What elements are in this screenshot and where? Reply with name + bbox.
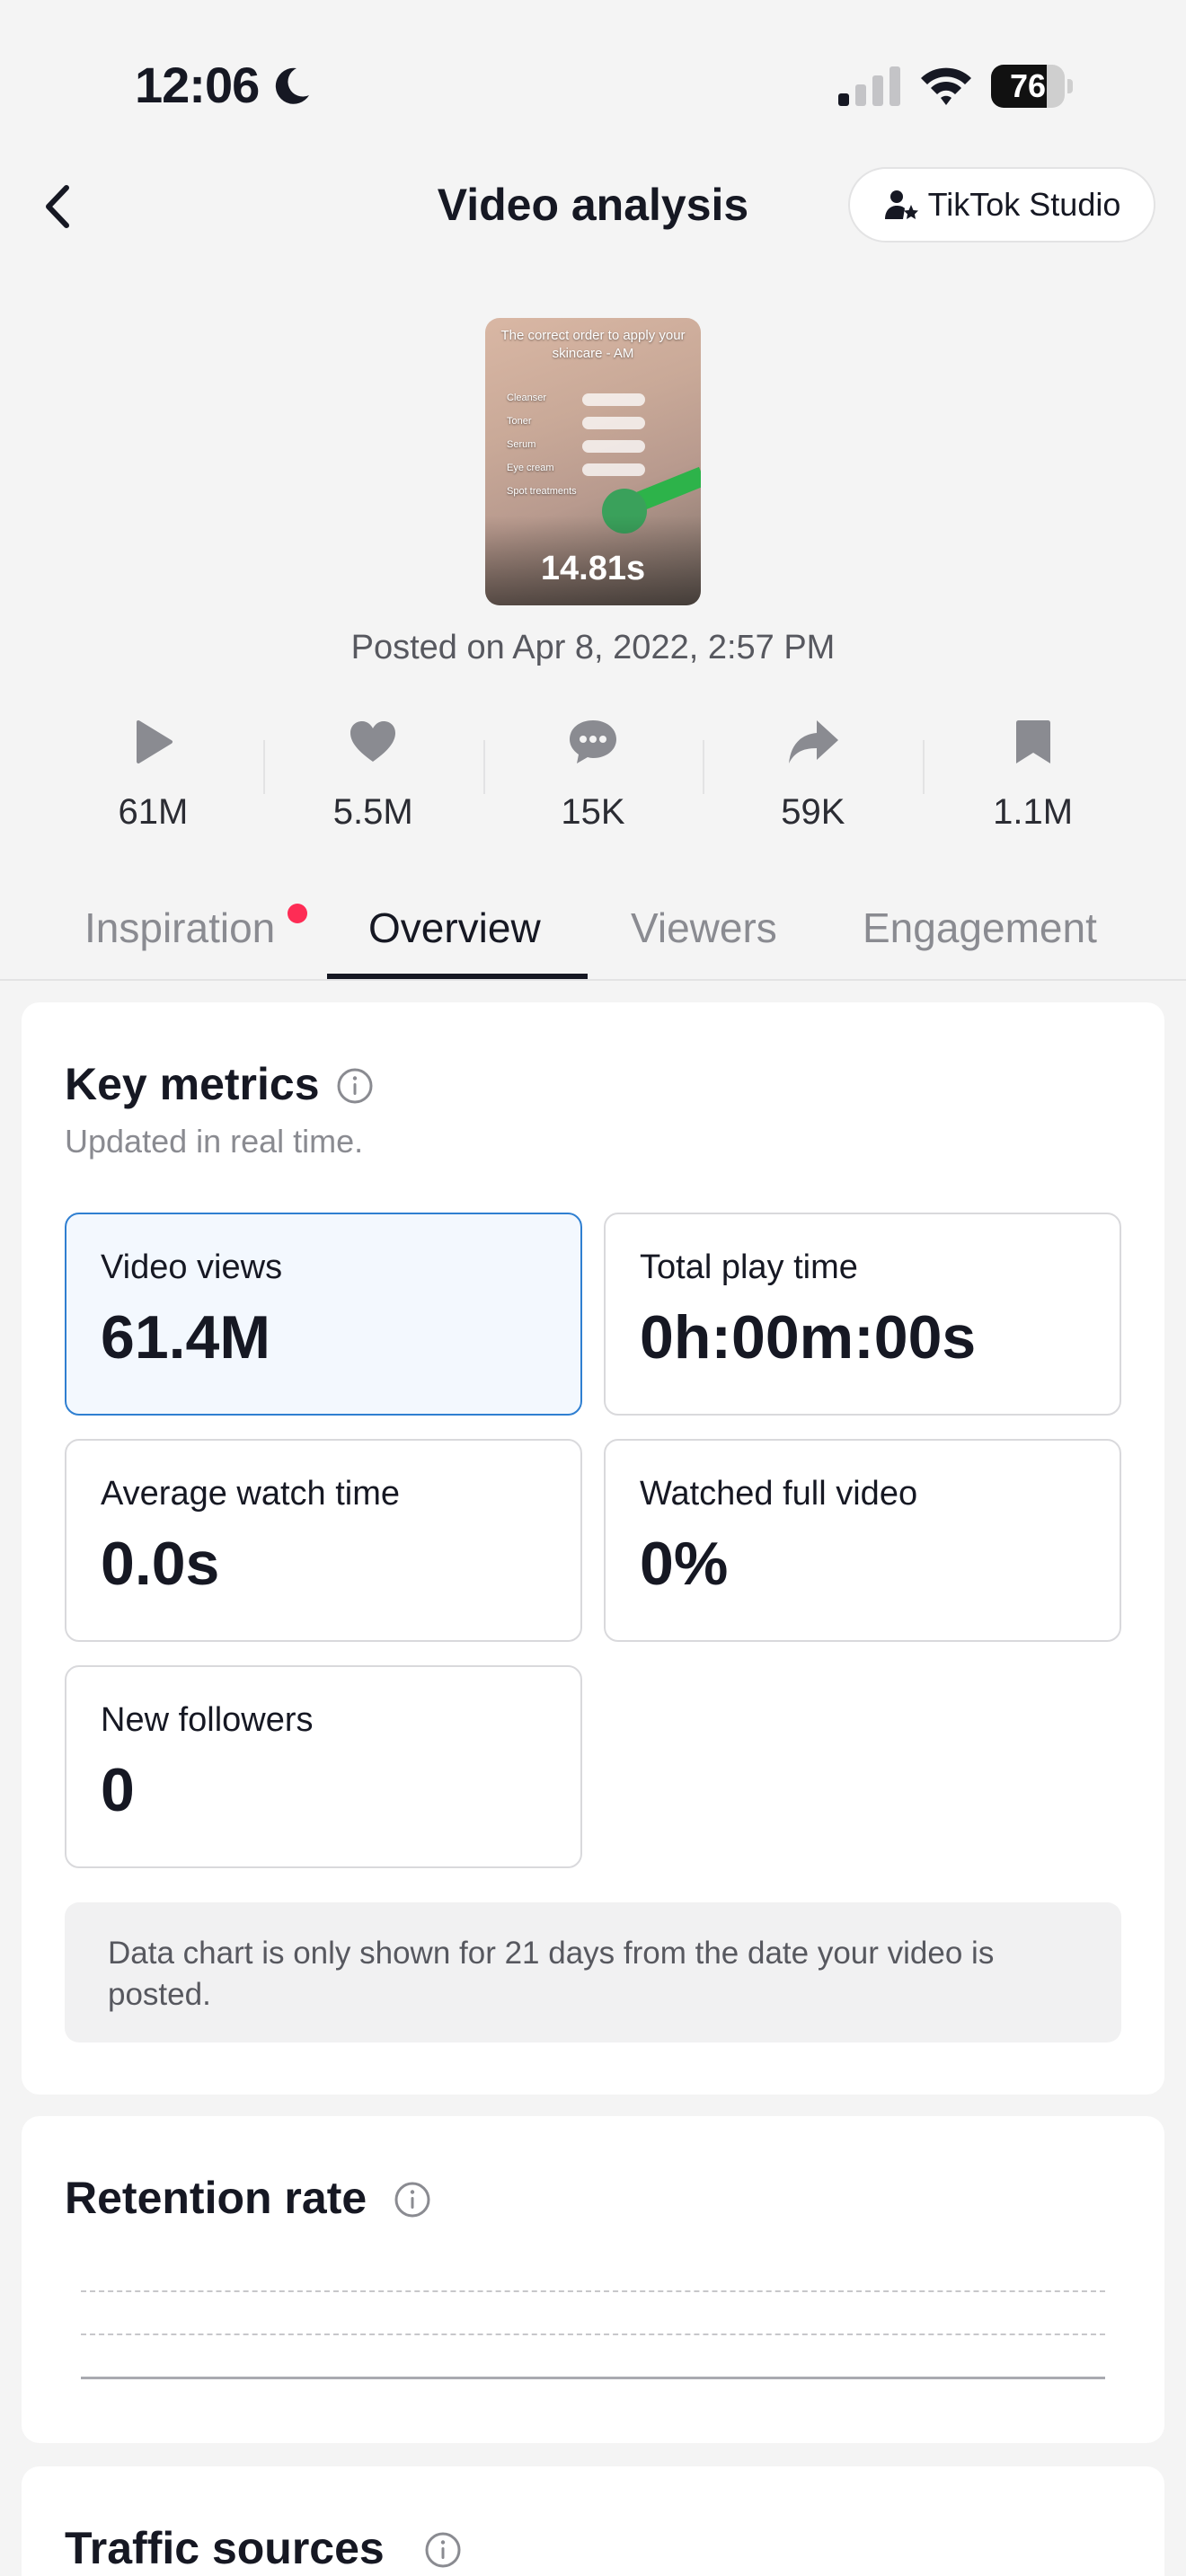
metric-video-views[interactable]: Video views 61.4M xyxy=(65,1213,582,1416)
thumbnail-step: Spot treatments xyxy=(507,486,577,497)
bookmark-icon xyxy=(1015,720,1050,763)
stat-value: 1.1M xyxy=(993,792,1074,832)
thumbnail-step: Cleanser xyxy=(507,393,547,403)
info-icon[interactable] xyxy=(394,2181,431,2219)
metric-label: Watched full video xyxy=(640,1475,918,1513)
product-swatch xyxy=(582,417,645,429)
chart-gridline xyxy=(81,2333,1105,2335)
heart-icon xyxy=(350,721,396,762)
info-icon[interactable] xyxy=(424,2531,462,2569)
chart-gridline xyxy=(81,2290,1105,2292)
stat-comments: 15K xyxy=(482,710,704,844)
metric-label: New followers xyxy=(101,1701,314,1739)
product-swatch xyxy=(582,393,645,406)
cellular-signal-icon xyxy=(838,66,900,106)
battery-tip xyxy=(1067,79,1073,93)
metric-average-watch-time[interactable]: Average watch time 0.0s xyxy=(65,1439,582,1642)
chart-baseline xyxy=(81,2377,1105,2379)
data-chart-notice: Data chart is only shown for 21 days fro… xyxy=(65,1902,1121,2042)
metric-label: Total play time xyxy=(640,1248,858,1286)
info-icon[interactable] xyxy=(336,1067,374,1105)
battery-indicator: 76 xyxy=(991,65,1073,108)
product-swatch xyxy=(582,463,645,476)
battery-body: 76 xyxy=(991,65,1065,108)
video-duration: 14.81s xyxy=(540,550,646,587)
battery-percent: 76 xyxy=(1009,67,1047,104)
stat-value: 61M xyxy=(118,792,189,832)
stat-likes: 5.5M xyxy=(262,710,483,844)
status-time: 12:06 xyxy=(135,57,260,113)
stat-saves: 1.1M xyxy=(923,710,1143,844)
retention-rate-title: Retention rate xyxy=(65,2173,367,2223)
metric-value: 0 xyxy=(101,1756,135,1824)
stat-shares: 59K xyxy=(703,710,923,844)
thumbnail-step: Serum xyxy=(507,439,536,450)
key-metrics-subtitle: Updated in real time. xyxy=(65,1123,364,1160)
stat-views: 61M xyxy=(43,710,263,844)
stat-value: 5.5M xyxy=(332,792,413,832)
stat-value: 59K xyxy=(781,792,845,832)
metric-value: 0% xyxy=(640,1530,729,1598)
comment-icon xyxy=(569,720,616,763)
metric-label: Video views xyxy=(101,1248,283,1286)
tab-viewers[interactable]: Viewers xyxy=(631,889,777,979)
stat-value: 15K xyxy=(561,792,625,832)
thumbnail-step: Eye cream xyxy=(507,463,554,473)
tiktok-studio-label: TikTok Studio xyxy=(927,186,1121,223)
tab-engagement[interactable]: Engagement xyxy=(863,889,1097,979)
traffic-sources-card: Traffic sources xyxy=(22,2466,1164,2576)
thumbnail-caption: The correct order to apply your skincare… xyxy=(500,328,686,361)
analysis-tabs: Inspiration Overview Viewers Engagement xyxy=(0,889,1186,981)
notification-dot xyxy=(288,904,307,923)
metric-watched-full-video[interactable]: Watched full video 0% xyxy=(604,1439,1121,1642)
wifi-icon xyxy=(921,67,971,105)
key-metrics-card: Key metrics Updated in real time. Video … xyxy=(22,1002,1164,2095)
posted-date: Posted on Apr 8, 2022, 2:57 PM xyxy=(350,629,836,666)
metric-new-followers[interactable]: New followers 0 xyxy=(65,1665,582,1868)
product-swatch xyxy=(582,440,645,453)
engagement-stats: 61M 5.5M 15K 59K 1.1M xyxy=(43,710,1143,844)
key-metrics-title: Key metrics xyxy=(65,1059,320,1109)
retention-rate-card: Retention rate xyxy=(22,2116,1164,2443)
status-bar: 12:06 76 xyxy=(0,0,1186,171)
active-tab-indicator xyxy=(327,974,588,979)
tab-inspiration[interactable]: Inspiration xyxy=(84,889,275,979)
metric-value: 0.0s xyxy=(101,1530,220,1598)
tab-overview[interactable]: Overview xyxy=(368,889,541,979)
video-analysis-screen: 12:06 76 Video analysis TikTok Studio Th… xyxy=(0,0,1186,2576)
tiktok-studio-button[interactable]: TikTok Studio xyxy=(848,167,1155,243)
metric-value: 61.4M xyxy=(101,1303,270,1372)
share-icon xyxy=(788,720,838,763)
traffic-sources-title: Traffic sources xyxy=(65,2523,385,2573)
metric-total-play-time[interactable]: Total play time 0h:00m:00s xyxy=(604,1213,1121,1416)
moon-icon xyxy=(275,67,309,104)
thumbnail-step: Toner xyxy=(507,416,532,427)
creator-star-icon xyxy=(884,190,918,219)
metric-label: Average watch time xyxy=(101,1475,401,1513)
thumbnail-step-list: Cleanser Toner Serum Eye cream Spot trea… xyxy=(507,386,577,503)
metric-value: 0h:00m:00s xyxy=(640,1303,977,1372)
video-thumbnail[interactable]: The correct order to apply your skincare… xyxy=(485,318,701,605)
play-icon xyxy=(137,720,173,763)
